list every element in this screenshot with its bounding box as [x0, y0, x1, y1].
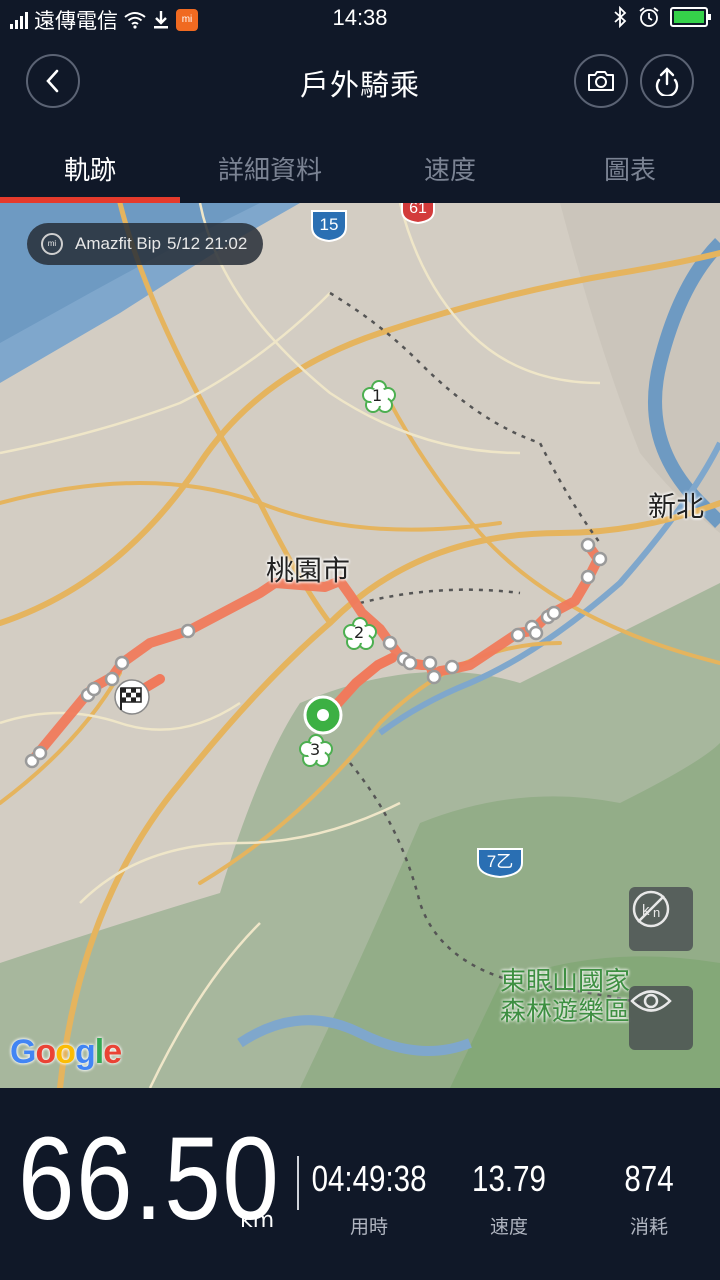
tab-bar: 軌跡 詳細資料 速度 圖表 — [0, 128, 720, 203]
road-shield-15-label: 15 — [319, 215, 339, 234]
duration-label: 用時 — [349, 1216, 388, 1238]
start-marker-icon — [303, 695, 343, 735]
camera-button[interactable] — [574, 54, 628, 108]
duration-value: 04:49:38 — [311, 1158, 427, 1199]
park-label: 東眼山國家 森林遊樂區 — [500, 967, 630, 1027]
unit-toggle-icon: kn — [632, 890, 670, 928]
calories-value: 874 — [624, 1158, 674, 1199]
speed-value: 13.79 — [472, 1158, 546, 1199]
duration-stat: 04:49:38 用時 — [299, 1158, 439, 1239]
device-name: Amazfit Bip — [75, 234, 161, 253]
city-label: 桃園市 — [266, 554, 351, 587]
new-taipei-label: 新北 — [648, 490, 705, 523]
alarm-icon — [639, 7, 659, 27]
speed-stat: 13.79 速度 — [439, 1158, 579, 1239]
bluetooth-icon — [614, 6, 627, 28]
share-icon — [655, 67, 679, 96]
camera-icon — [588, 71, 614, 91]
tab-details[interactable]: 詳細資料 — [180, 128, 360, 203]
calories-label: 消耗 — [629, 1216, 668, 1238]
google-logo: Google — [10, 1033, 122, 1071]
svg-text:n: n — [653, 905, 660, 920]
map-canvas — [0, 203, 720, 1088]
device-info: mi Amazfit Bip 5/12 21:02 — [27, 223, 264, 265]
status-bar: 遠傳電信 mi 14:38 — [0, 0, 720, 38]
tab-track[interactable]: 軌跡 — [0, 128, 180, 203]
road-shield-7b-label: 7乙 — [486, 852, 514, 871]
route-map[interactable]: mi Amazfit Bip 5/12 21:02 15 61 7乙 1 2 3 … — [0, 203, 720, 1088]
record-timestamp: 5/12 21:02 — [166, 234, 248, 253]
tab-chart[interactable]: 圖表 — [540, 128, 720, 203]
battery-icon — [670, 7, 711, 27]
finish-flag-icon — [114, 679, 150, 715]
unit-toggle-button[interactable]: kn — [629, 887, 693, 951]
app-header: 戶外騎乘 — [0, 38, 720, 128]
tab-speed[interactable]: 速度 — [360, 128, 540, 203]
marker-3-label: 3 — [310, 740, 321, 759]
svg-text:k: k — [642, 902, 650, 919]
mi-logo-icon: mi — [41, 233, 63, 255]
calories-stat: 874 消耗 — [579, 1158, 719, 1239]
speed-label: 速度 — [489, 1216, 528, 1238]
eye-icon — [630, 990, 672, 1012]
distance-unit: km — [240, 1208, 275, 1233]
marker-1-label: 1 — [372, 386, 383, 405]
park-label-line1: 東眼山國家 — [500, 967, 631, 997]
stats-panel: 66.50 km 04:49:38 用時 13.79 速度 874 消耗 — [0, 1088, 720, 1280]
share-button[interactable] — [640, 54, 694, 108]
park-label-line2: 森林遊樂區 — [500, 997, 631, 1027]
visibility-toggle-button[interactable] — [629, 986, 693, 1050]
marker-2-label: 2 — [354, 623, 365, 642]
